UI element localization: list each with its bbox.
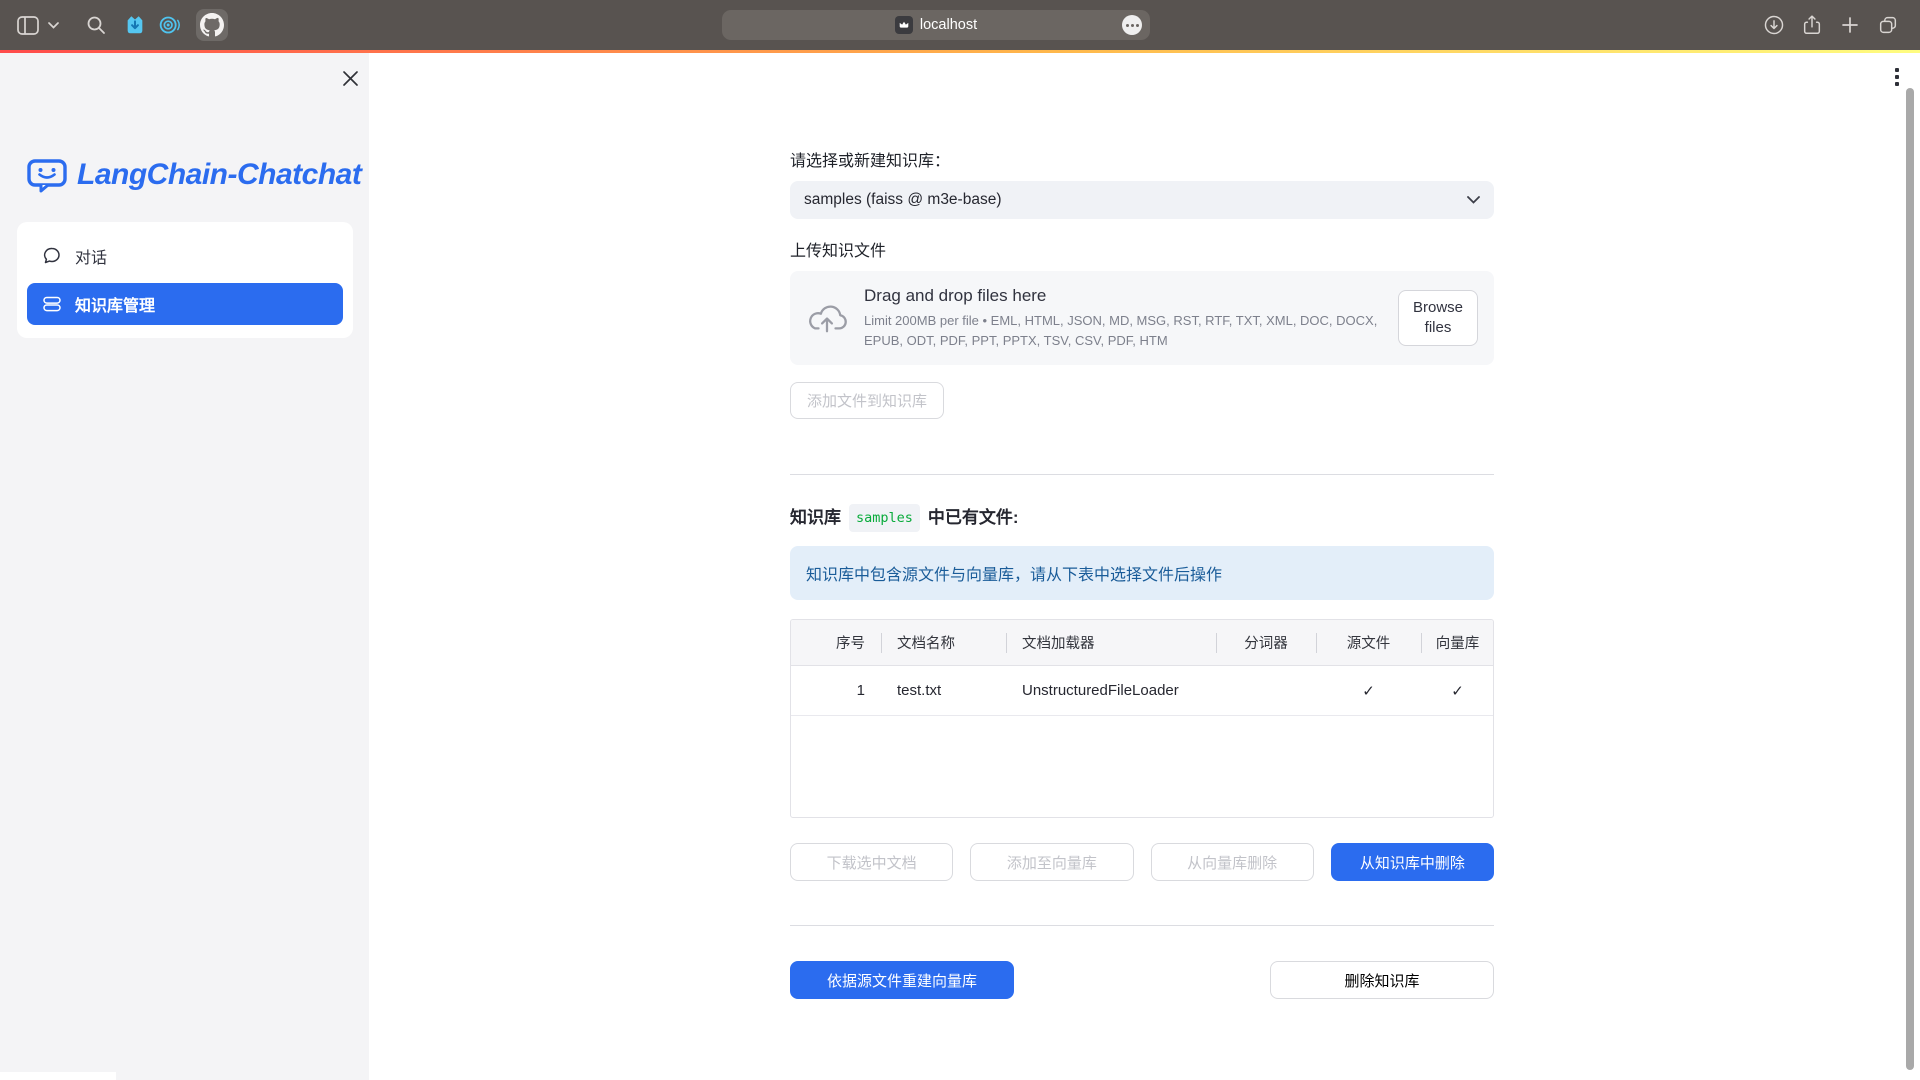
kb-files-heading: 知识库 samples 中已有文件:	[790, 504, 1494, 532]
kb-select-value: samples (faiss @ m3e-base)	[804, 191, 1467, 209]
chat-bubble-icon	[42, 246, 62, 266]
close-sidebar-icon[interactable]	[338, 66, 362, 90]
heading-suffix: 中已有文件:	[928, 506, 1019, 530]
app-menu-icon[interactable]	[1890, 62, 1904, 92]
page-scrollbar[interactable]	[1906, 88, 1914, 1070]
cell-loader: UnstructuredFileLoader	[1006, 666, 1216, 715]
col-header-name: 文档名称	[881, 620, 1006, 665]
search-icon[interactable]	[84, 13, 108, 37]
cell-name: test.txt	[881, 666, 1006, 715]
sidebar-menu: 对话 知识库管理	[17, 222, 353, 338]
app-logo: LangChain-Chatchat	[27, 155, 361, 195]
site-favicon	[895, 16, 913, 34]
delete-from-kb-button[interactable]: 从知识库中删除	[1331, 843, 1494, 881]
info-banner: 知识库中包含源文件与向量库，请从下表中选择文件后操作	[790, 546, 1494, 600]
browser-toolbar: localhost	[0, 0, 1920, 50]
dropzone-text: Drag and drop files here Limit 200MB per…	[864, 286, 1384, 350]
browse-files-button[interactable]: Browse files	[1398, 290, 1478, 347]
cell-index: 1	[791, 666, 881, 715]
app-sidebar: LangChain-Chatchat 对话 知识库管理	[0, 53, 369, 1080]
kb-files-table: 序号 文档名称 文档加载器 分词器 源文件 向量库 1 test.txt Uns…	[790, 619, 1494, 818]
divider	[790, 925, 1494, 926]
page-more-icon[interactable]	[1122, 15, 1142, 35]
kb-action-buttons: 依据源文件重建向量库 删除知识库	[790, 961, 1494, 999]
col-header-loader: 文档加载器	[1006, 620, 1216, 665]
chevron-down-icon[interactable]	[46, 13, 60, 37]
add-to-vector-store-button[interactable]: 添加至向量库	[970, 843, 1133, 881]
divider	[790, 474, 1494, 475]
share-icon[interactable]	[1800, 13, 1824, 37]
address-text: localhost	[920, 17, 977, 33]
sidebar-item-dialogue[interactable]: 对话	[27, 235, 343, 277]
kb-select-label: 请选择或新建知识库：	[790, 151, 1494, 173]
cell-splitter	[1216, 666, 1316, 715]
col-header-index: 序号	[791, 620, 881, 665]
chevron-down-icon	[1467, 196, 1480, 204]
col-header-splitter: 分词器	[1216, 620, 1316, 665]
delete-from-vector-store-button[interactable]: 从向量库删除	[1151, 843, 1314, 881]
logo-chat-bubble-icon	[27, 155, 67, 195]
download-icon[interactable]	[1762, 13, 1786, 37]
file-action-buttons: 下载选中文档 添加至向量库 从向量库删除 从知识库中删除	[790, 843, 1494, 881]
database-stack-icon	[42, 294, 62, 314]
rebuild-vector-store-button[interactable]: 依据源文件重建向量库	[790, 961, 1014, 999]
delete-kb-button[interactable]: 删除知识库	[1270, 961, 1494, 999]
sidebar-item-label: 知识库管理	[75, 292, 155, 316]
dropzone-limit: Limit 200MB per file • EML, HTML, JSON, …	[864, 311, 1384, 350]
add-files-to-kb-button[interactable]: 添加文件到知识库	[790, 382, 944, 419]
tab-overview-icon[interactable]	[1876, 13, 1900, 37]
downloader-extension-icon[interactable]	[123, 13, 147, 37]
github-extension-icon[interactable]	[196, 9, 228, 41]
sidebar-toggle-icon[interactable]	[16, 13, 40, 37]
file-dropzone[interactable]: Drag and drop files here Limit 200MB per…	[790, 271, 1494, 365]
new-tab-icon[interactable]	[1838, 13, 1862, 37]
streamlit-app: LangChain-Chatchat 对话 知识库管理 请选择或新建知识库：	[0, 53, 1920, 1080]
download-selected-button[interactable]: 下载选中文档	[790, 843, 953, 881]
sidebar-item-label: 对话	[75, 244, 107, 268]
dropzone-title: Drag and drop files here	[864, 286, 1384, 306]
recorder-extension-icon[interactable]	[158, 13, 182, 37]
kb-name-code: samples	[849, 504, 920, 532]
sidebar-bottom-strip	[0, 1072, 116, 1080]
cloud-upload-icon	[806, 301, 848, 335]
col-header-source: 源文件	[1316, 620, 1421, 665]
upload-label: 上传知识文件	[790, 241, 1494, 263]
heading-prefix: 知识库	[790, 506, 841, 530]
sidebar-item-knowledge-base[interactable]: 知识库管理	[27, 283, 343, 325]
col-header-vector: 向量库	[1421, 620, 1494, 665]
table-row[interactable]: 1 test.txt UnstructuredFileLoader ✓ ✓	[791, 666, 1493, 716]
table-header-row: 序号 文档名称 文档加载器 分词器 源文件 向量库	[791, 620, 1493, 666]
kb-select[interactable]: samples (faiss @ m3e-base)	[790, 181, 1494, 219]
address-bar[interactable]: localhost	[722, 10, 1150, 40]
cell-vector-check: ✓	[1421, 666, 1494, 715]
logo-text: LangChain-Chatchat	[77, 158, 361, 192]
cell-source-check: ✓	[1316, 666, 1421, 715]
main-content: 请选择或新建知识库： samples (faiss @ m3e-base) 上传…	[790, 53, 1494, 999]
